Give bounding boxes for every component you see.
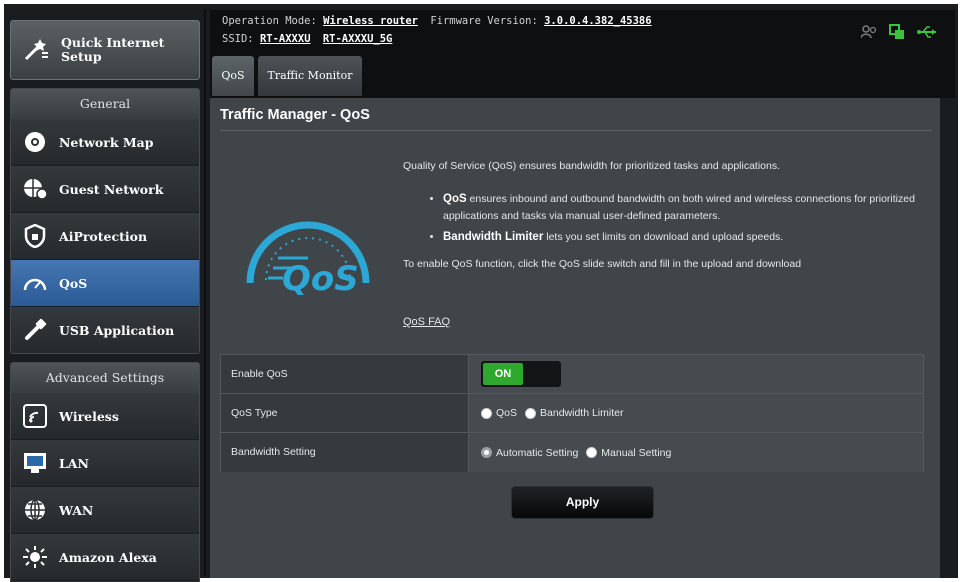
bandwidth-setting-value: Automatic Setting Manual Setting [469, 433, 923, 472]
sidebar-item-label: Network Map [59, 134, 154, 150]
sidebar-item-wan[interactable]: WAN [11, 487, 199, 534]
general-header: General [11, 89, 199, 119]
list-item: Bandwidth Limiter lets you set limits on… [443, 229, 923, 246]
shield-icon [21, 222, 49, 250]
sidebar-item-network-map[interactable]: Network Map [11, 119, 199, 166]
apply-button[interactable]: Apply [511, 486, 654, 519]
enable-qos-value: ON [469, 355, 923, 393]
sidebar-item-lan[interactable]: LAN [11, 440, 199, 487]
qos-type-value: QoS Bandwidth Limiter [469, 394, 923, 432]
ssid-label: SSID: [222, 33, 254, 45]
radio-dot-selected [481, 447, 492, 458]
sidebar-divider [204, 10, 206, 576]
tab-bar: QoS Traffic Monitor [210, 54, 955, 98]
sidebar-item-qos[interactable]: QoS [11, 260, 199, 307]
usb-icon [21, 316, 49, 344]
qos-settings-table: Enable QoS ON QoS Type QoS Bandwidth Lim… [220, 354, 924, 472]
qos-logo: QoS [238, 198, 378, 303]
bandwidth-radio-automatic[interactable]: Automatic Setting [481, 447, 578, 459]
sidebar-item-usb-application[interactable]: USB Application [11, 307, 199, 353]
radio-dot [586, 447, 598, 458]
feature-name: Bandwidth Limiter [443, 231, 544, 243]
operation-mode-label: Operation Mode: [222, 15, 317, 27]
qos-type-label: QoS Type [221, 394, 469, 432]
internet-status-icon[interactable] [889, 24, 905, 43]
table-row: QoS Type QoS Bandwidth Limiter [221, 394, 923, 433]
radio-label: QoS [496, 407, 518, 419]
wizard-icon [21, 34, 53, 66]
speedometer-icon [21, 269, 49, 297]
toggle-on-label: ON [483, 363, 523, 385]
operation-mode-row: Operation Mode: Wireless router Firmware… [222, 15, 658, 27]
globe-icon [21, 496, 49, 524]
qos-type-radio-bandwidth-limiter[interactable]: Bandwidth Limiter [525, 407, 623, 419]
status-banner: Operation Mode: Wireless router Firmware… [210, 10, 955, 54]
sidebar-item-guest-network[interactable]: Guest Network [11, 166, 199, 213]
operation-mode-link[interactable]: Wireless router [323, 15, 418, 27]
qos-faq-link[interactable]: QoS FAQ [403, 316, 450, 328]
qos-gauge-logo: QoS [246, 221, 370, 299]
sidebar: Quick Internet Setup General Network Map… [10, 10, 200, 582]
sidebar-item-label: Guest Network [59, 181, 164, 197]
feature-desc: lets you set limits on download and uplo… [543, 231, 784, 243]
wireless-icon [21, 402, 49, 430]
sidebar-item-label: LAN [59, 455, 89, 471]
bandwidth-radio-manual[interactable]: Manual Setting [586, 447, 671, 459]
radio-dot [481, 407, 492, 419]
enable-qos-label: Enable QoS [221, 355, 469, 393]
alexa-icon [21, 543, 49, 571]
list-item: QoS ensures inbound and outbound bandwid… [443, 191, 923, 225]
advanced-settings-menu: Advanced Settings Wireless LAN WAN Amazo… [10, 362, 200, 582]
enable-qos-toggle[interactable]: ON [481, 361, 561, 387]
sidebar-item-label: Wireless [59, 408, 119, 424]
advanced-settings-header: Advanced Settings [11, 363, 199, 393]
tab-traffic-monitor[interactable]: Traffic Monitor [258, 56, 362, 96]
sidebar-item-label: QoS [59, 275, 88, 291]
bandwidth-setting-label: Bandwidth Setting [221, 433, 469, 472]
radio-dot [525, 407, 537, 419]
tab-qos[interactable]: QoS [212, 56, 254, 96]
sidebar-item-wireless[interactable]: Wireless [11, 393, 199, 440]
network-map-icon [21, 128, 49, 156]
quick-internet-setup-button[interactable]: Quick Internet Setup [10, 20, 200, 80]
qos-type-radio-qos[interactable]: QoS [481, 407, 517, 419]
usb-status-icon[interactable] [917, 25, 939, 42]
sidebar-item-label: Amazon Alexa [59, 549, 157, 565]
sidebar-item-label: WAN [59, 502, 94, 518]
ssid-row: SSID: RT-AXXXU RT-AXXXU_5G [222, 33, 398, 45]
firmware-version-link[interactable]: 3.0.0.4.382_45386 [544, 15, 651, 27]
ssid-link-5g[interactable]: RT-AXXXU_5G [323, 33, 393, 45]
table-row: Bandwidth Setting Automatic Setting Manu… [221, 433, 923, 472]
firmware-label: Firmware Version: [430, 15, 538, 27]
qos-content-panel: Traffic Manager - QoS QoS Quality of Ser… [210, 98, 940, 578]
qos-description: Quality of Service (QoS) ensures bandwid… [403, 158, 923, 289]
guest-network-icon [21, 175, 49, 203]
quick-internet-setup-label: Quick Internet Setup [61, 35, 165, 64]
sidebar-item-amazon-alexa[interactable]: Amazon Alexa [11, 534, 199, 581]
radio-label: Manual Setting [601, 446, 672, 459]
radio-label: Automatic Setting [496, 446, 579, 459]
title-divider [220, 130, 932, 131]
lan-icon [21, 449, 49, 477]
feature-desc: ensures inbound and outbound bandwidth o… [443, 193, 915, 222]
client-status-icon[interactable] [860, 25, 877, 42]
table-row: Enable QoS ON [221, 355, 923, 394]
status-icons [860, 24, 939, 43]
sidebar-item-label: AiProtection [59, 228, 148, 244]
general-menu: General Network Map Guest Network AiProt… [10, 88, 200, 354]
sidebar-item-aiprotection[interactable]: AiProtection [11, 213, 199, 260]
sidebar-item-label: USB Application [59, 322, 175, 338]
qos-intro-text: Quality of Service (QoS) ensures bandwid… [403, 160, 781, 172]
radio-label: Bandwidth Limiter [540, 407, 624, 419]
ssid-link-2g[interactable]: RT-AXXXU [260, 33, 311, 45]
feature-name: QoS [443, 193, 467, 205]
qos-enable-instructions: To enable QoS function, click the QoS sl… [403, 258, 802, 270]
page-title: Traffic Manager - QoS [220, 107, 370, 123]
qos-feature-list: QoS ensures inbound and outbound bandwid… [443, 191, 923, 246]
qos-logo-text: QoS [282, 259, 359, 298]
